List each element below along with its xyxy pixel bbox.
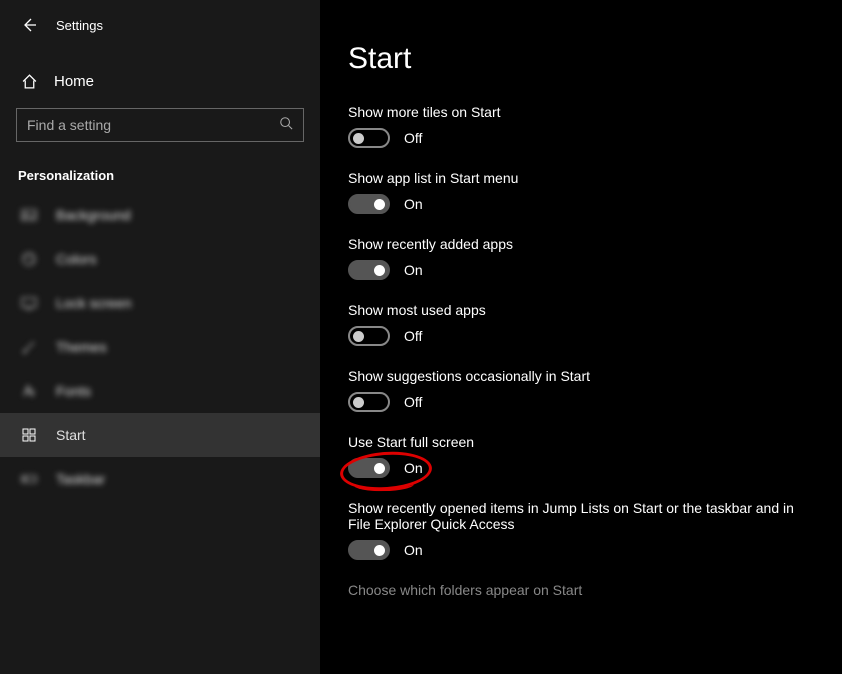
setting-row: Show suggestions occasionally in Start Of… xyxy=(348,368,814,412)
setting-label: Show recently added apps xyxy=(348,236,814,252)
setting-label: Use Start full screen xyxy=(348,434,814,450)
window-title: Settings xyxy=(56,18,103,33)
page-title: Start xyxy=(348,42,814,76)
setting-row: Show most used apps Off xyxy=(348,302,814,346)
sidebar-item-start[interactable]: Start xyxy=(0,413,320,457)
setting-label: Show most used apps xyxy=(348,302,814,318)
setting-row: Show more tiles on Start Off xyxy=(348,104,814,148)
search-input[interactable] xyxy=(27,117,279,133)
sidebar-item-themes[interactable]: Themes xyxy=(0,325,320,369)
brush-icon xyxy=(20,338,38,356)
sidebar-item-label: Start xyxy=(56,427,86,443)
toggle-state-label: On xyxy=(404,460,423,476)
back-button[interactable] xyxy=(20,16,38,34)
search-box[interactable] xyxy=(16,108,304,142)
home-label: Home xyxy=(54,73,94,90)
sidebar: Settings Home Personalization Background… xyxy=(0,0,320,674)
setting-row: Show app list in Start menu On xyxy=(348,170,814,214)
toggle-switch[interactable] xyxy=(348,194,390,214)
setting-row: Show recently added apps On xyxy=(348,236,814,280)
setting-label: Show suggestions occasionally in Start xyxy=(348,368,814,384)
toggle-switch[interactable] xyxy=(348,128,390,148)
monitor-icon xyxy=(20,294,38,312)
toggle-switch[interactable] xyxy=(348,260,390,280)
sidebar-item-lock-screen[interactable]: Lock screen xyxy=(0,281,320,325)
sidebar-item-fonts[interactable]: Fonts xyxy=(0,369,320,413)
toggle-switch[interactable] xyxy=(348,540,390,560)
sidebar-item-label: Lock screen xyxy=(56,295,131,311)
toggle-switch[interactable] xyxy=(348,392,390,412)
toggle-switch[interactable] xyxy=(348,458,390,478)
sidebar-item-label: Fonts xyxy=(56,383,91,399)
home-icon xyxy=(20,72,38,90)
toggle-state-label: Off xyxy=(404,328,422,344)
toggle-state-label: On xyxy=(404,542,423,558)
font-icon xyxy=(20,382,38,400)
sidebar-item-taskbar[interactable]: Taskbar xyxy=(0,457,320,501)
taskbar-icon xyxy=(20,470,38,488)
toggle-state-label: On xyxy=(404,196,423,212)
toggle-state-label: Off xyxy=(404,130,422,146)
sidebar-item-label: Taskbar xyxy=(56,471,105,487)
search-icon xyxy=(279,116,293,135)
home-nav[interactable]: Home xyxy=(0,62,320,100)
category-label: Personalization xyxy=(0,150,320,193)
toggle-switch[interactable] xyxy=(348,326,390,346)
setting-row: Use Start full screen On xyxy=(348,434,814,478)
setting-row: Show recently opened items in Jump Lists… xyxy=(348,500,814,560)
folders-link[interactable]: Choose which folders appear on Start xyxy=(348,582,814,598)
sidebar-item-label: Background xyxy=(56,207,131,223)
main-panel: Start Show more tiles on Start Off Show ap… xyxy=(320,0,842,674)
setting-label: Show recently opened items in Jump Lists… xyxy=(348,500,814,532)
sidebar-item-background[interactable]: Background xyxy=(0,193,320,237)
start-icon xyxy=(20,426,38,444)
sidebar-item-label: Themes xyxy=(56,339,107,355)
setting-label: Show more tiles on Start xyxy=(348,104,814,120)
sidebar-item-colors[interactable]: Colors xyxy=(0,237,320,281)
setting-label: Show app list in Start menu xyxy=(348,170,814,186)
picture-icon xyxy=(20,206,38,224)
sidebar-item-label: Colors xyxy=(56,251,96,267)
toggle-state-label: Off xyxy=(404,394,422,410)
toggle-state-label: On xyxy=(404,262,423,278)
palette-icon xyxy=(20,250,38,268)
